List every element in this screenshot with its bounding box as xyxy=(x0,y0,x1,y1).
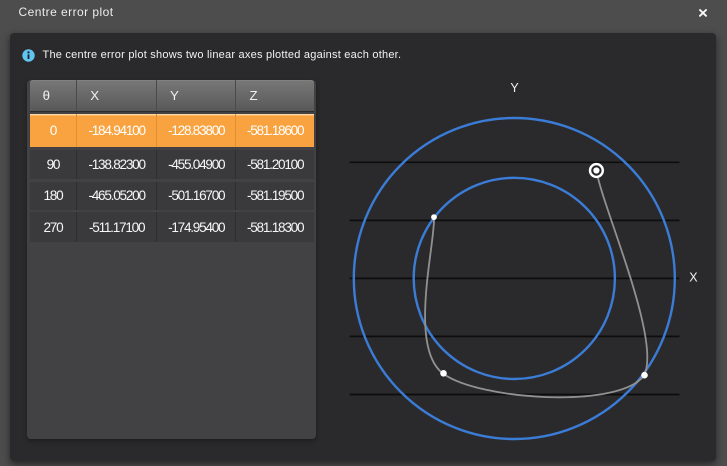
svg-text:Y: Y xyxy=(510,81,519,95)
svg-text:X: X xyxy=(689,271,698,285)
